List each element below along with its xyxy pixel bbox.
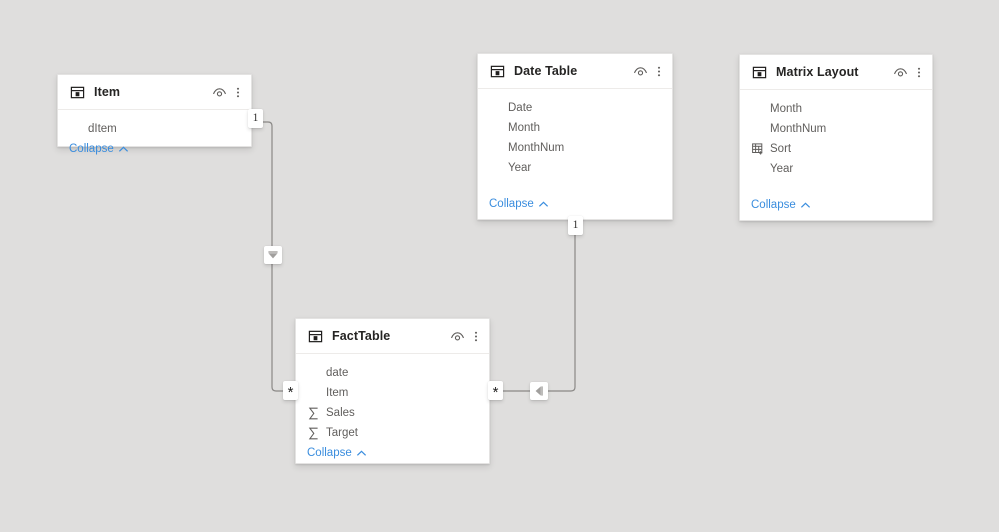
ellipsis-icon[interactable] <box>236 85 240 100</box>
field-label: date <box>326 367 349 379</box>
relationship-line-datetable-facttable[interactable] <box>503 229 576 392</box>
field-glyph <box>750 142 765 157</box>
table-icon <box>70 86 85 98</box>
field-row[interactable]: Month <box>478 118 672 138</box>
field-row[interactable]: Target <box>296 423 489 443</box>
table-card-facttable[interactable]: FactTable date Item Sales Target Collaps… <box>295 318 490 464</box>
arrow-down-icon <box>268 251 278 259</box>
table-header-facttable[interactable]: FactTable <box>296 319 489 354</box>
field-row[interactable]: MonthNum <box>740 119 932 139</box>
cardinality-label: * <box>492 383 499 401</box>
chevron-up-icon <box>538 200 548 207</box>
sum-sigma-icon <box>308 407 318 419</box>
arrow-left-icon <box>535 386 543 396</box>
field-label: Sales <box>326 407 355 419</box>
eye-icon[interactable] <box>450 329 465 344</box>
collapse-label: Collapse <box>489 198 534 210</box>
eye-icon[interactable] <box>212 85 227 100</box>
table-header-actions <box>212 85 240 100</box>
field-row[interactable]: date <box>296 363 489 383</box>
collapse-label: Collapse <box>69 143 114 155</box>
table-icon <box>308 330 323 342</box>
field-row[interactable]: Item <box>296 383 489 403</box>
table-fields-facttable: date Item Sales Target <box>296 354 489 443</box>
table-footer-item: Collapse <box>58 139 251 164</box>
field-label: Month <box>770 103 802 115</box>
ellipsis-icon[interactable] <box>917 65 921 80</box>
field-label: Sort <box>770 143 792 155</box>
cardinality-badge-many-facttable-left[interactable]: * <box>283 381 298 400</box>
table-header-matrix-layout[interactable]: Matrix Layout <box>740 55 932 90</box>
table-footer-facttable: Collapse <box>296 443 489 468</box>
collapse-button[interactable]: Collapse <box>751 199 811 211</box>
table-title-item: Item <box>94 85 121 99</box>
chevron-up-icon <box>356 449 366 456</box>
table-header-actions <box>450 329 478 344</box>
collapse-label: Collapse <box>307 447 352 459</box>
field-label: Year <box>770 163 794 175</box>
table-header-actions <box>633 64 661 79</box>
table-fields-item: dItem <box>58 110 251 139</box>
field-row[interactable]: dItem <box>58 119 251 139</box>
collapse-label: Collapse <box>751 199 796 211</box>
collapse-button[interactable]: Collapse <box>307 447 367 459</box>
table-footer-matrix-layout: Collapse <box>740 195 932 220</box>
cardinality-label: * <box>287 383 294 401</box>
table-title-facttable: FactTable <box>332 329 391 343</box>
calculated-column-icon <box>751 143 762 155</box>
field-glyph <box>306 426 321 441</box>
field-label: MonthNum <box>508 142 565 154</box>
field-label: dItem <box>88 123 117 135</box>
field-row[interactable]: Sort <box>740 139 932 159</box>
table-title-date-table: Date Table <box>514 64 578 78</box>
cross-filter-arrow-datetable-facttable[interactable] <box>530 382 548 400</box>
ellipsis-icon[interactable] <box>474 329 478 344</box>
field-label: Year <box>508 162 532 174</box>
cross-filter-arrow-item-facttable[interactable] <box>264 246 282 264</box>
collapse-button[interactable]: Collapse <box>69 143 129 155</box>
field-row[interactable]: Year <box>740 159 932 179</box>
field-label: MonthNum <box>770 123 827 135</box>
field-row[interactable]: Date <box>478 98 672 118</box>
field-label: Item <box>326 387 349 399</box>
table-fields-matrix-layout: Month MonthNum Sort Year <box>740 90 932 195</box>
model-view-canvas[interactable]: Item dItem Collapse Date Table Date Mont… <box>0 0 999 532</box>
table-card-date-table[interactable]: Date Table Date Month MonthNum Year Coll… <box>477 53 673 220</box>
field-row[interactable]: Month <box>740 99 932 119</box>
collapse-button[interactable]: Collapse <box>489 198 549 210</box>
table-card-matrix-layout[interactable]: Matrix Layout Month MonthNum Sort Year C… <box>739 54 933 221</box>
table-header-actions <box>893 65 921 80</box>
table-card-item[interactable]: Item dItem Collapse <box>57 74 252 155</box>
cardinality-badge-one-date-table[interactable]: 1 <box>568 216 583 235</box>
cardinality-badge-many-facttable-right[interactable]: * <box>488 381 503 400</box>
cardinality-label: 1 <box>252 111 259 124</box>
chevron-up-icon <box>800 201 810 208</box>
field-row[interactable]: Sales <box>296 403 489 423</box>
table-title-matrix-layout: Matrix Layout <box>776 65 859 79</box>
table-header-item[interactable]: Item <box>58 75 251 110</box>
chevron-up-icon <box>118 145 128 152</box>
field-row[interactable]: MonthNum <box>478 138 672 158</box>
table-header-date-table[interactable]: Date Table <box>478 54 672 89</box>
cardinality-badge-one-item[interactable]: 1 <box>248 109 263 128</box>
field-row[interactable]: Year <box>478 158 672 178</box>
cardinality-label: 1 <box>572 218 579 231</box>
field-label: Target <box>326 427 358 439</box>
field-label: Month <box>508 122 540 134</box>
table-fields-date-table: Date Month MonthNum Year <box>478 89 672 194</box>
eye-icon[interactable] <box>633 64 648 79</box>
field-glyph <box>306 406 321 421</box>
ellipsis-icon[interactable] <box>657 64 661 79</box>
sum-sigma-icon <box>308 427 318 439</box>
eye-icon[interactable] <box>893 65 908 80</box>
table-icon <box>490 65 505 77</box>
field-label: Date <box>508 102 533 114</box>
table-icon <box>752 66 767 78</box>
